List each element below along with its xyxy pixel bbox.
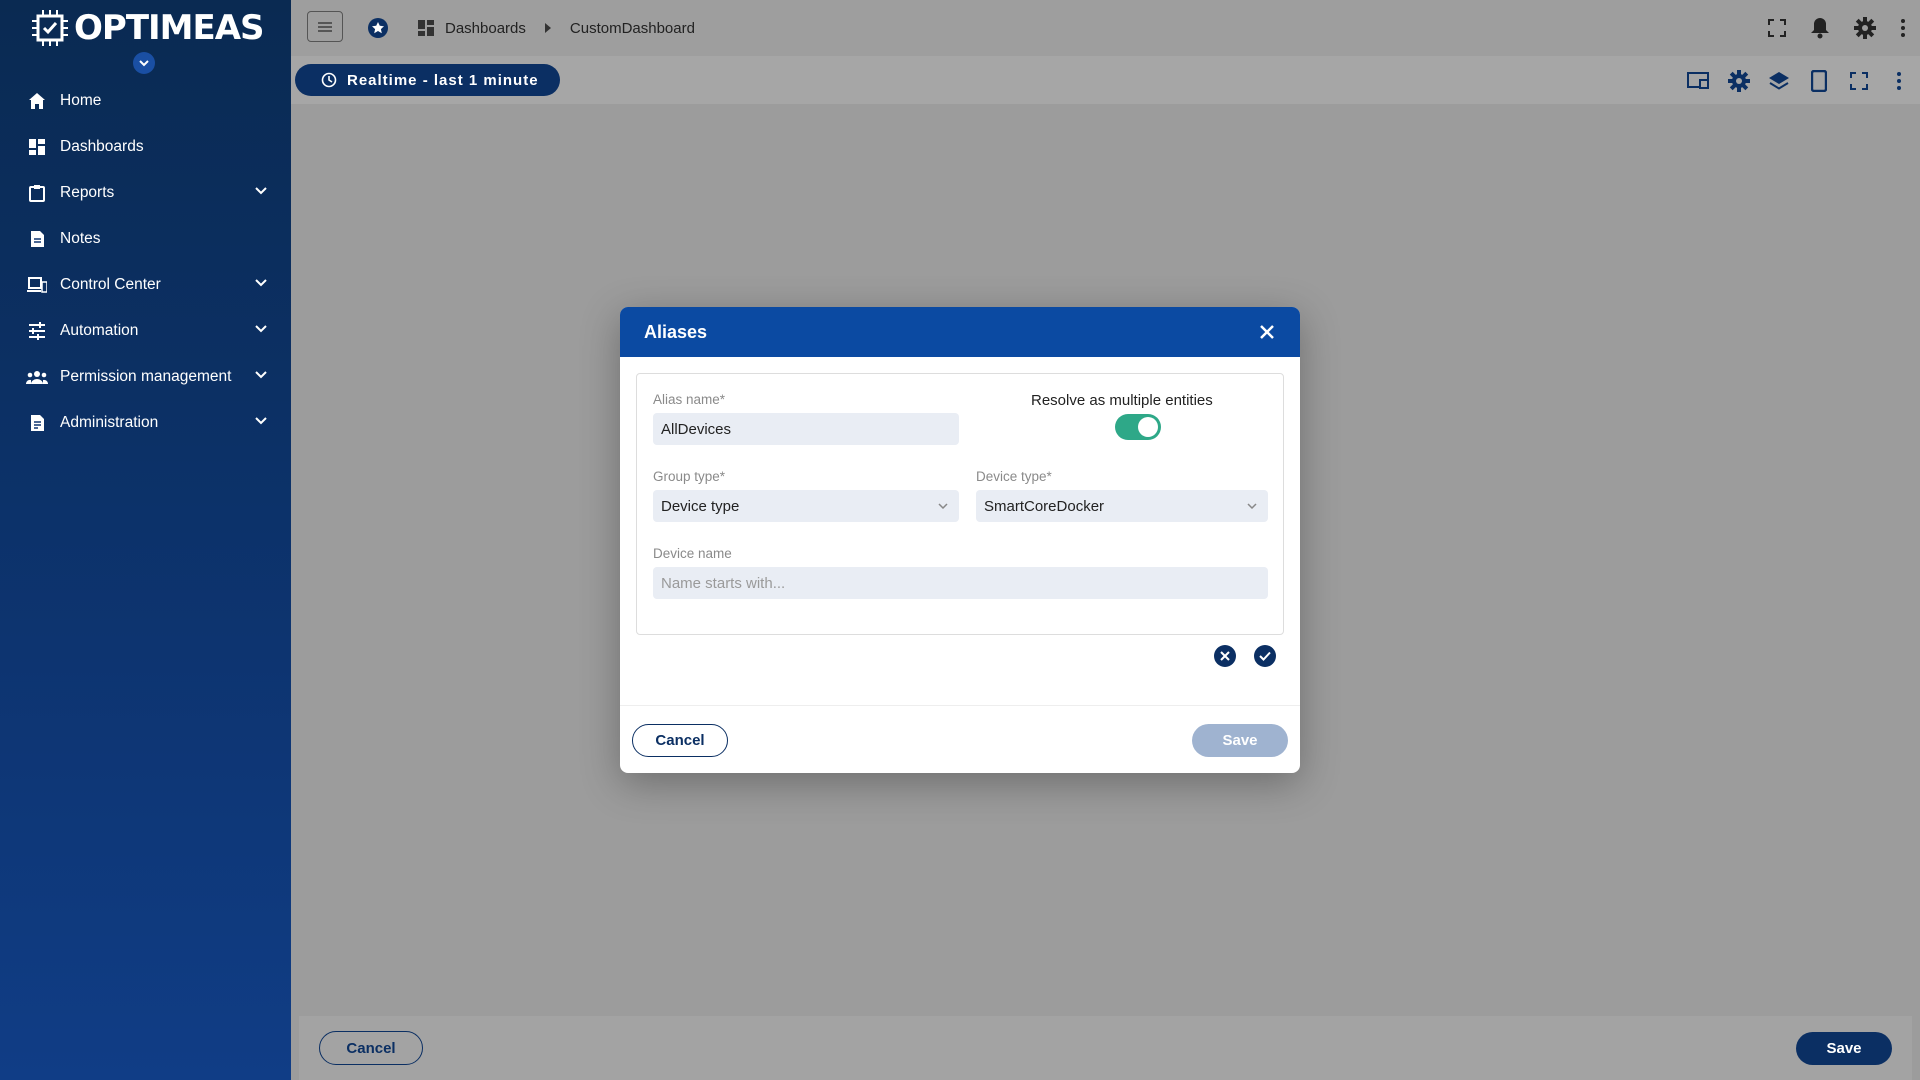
breadcrumb: Dashboards CustomDashboard [367, 0, 695, 56]
alias-name-value: AllDevices [661, 420, 732, 438]
device-name-placeholder: Name starts with... [661, 574, 786, 592]
dialog-title: Aliases [644, 321, 708, 342]
sidebar-item-label: Automation [60, 322, 139, 339]
sidebar-item-label: Control Center [60, 276, 161, 293]
device-type-select[interactable]: SmartCoreDocker [976, 490, 1268, 522]
sidebar-item-permission-management[interactable]: Permission management [0, 354, 291, 400]
dashboard-icon [417, 19, 435, 37]
sidebar-item-label: Permission management [60, 368, 232, 385]
header-actions [1768, 0, 1906, 56]
fullscreen-icon[interactable] [1844, 66, 1874, 96]
menu-icon [318, 21, 332, 32]
more-vert-icon[interactable] [1900, 18, 1906, 38]
alias-row-actions [1214, 645, 1276, 667]
favorite-star-icon[interactable] [367, 17, 389, 39]
group-type-label: Group type* [653, 469, 726, 484]
sidebar-item-notes[interactable]: Notes [0, 216, 291, 262]
chevron-down-icon [937, 500, 949, 512]
caret-right-icon [544, 23, 552, 33]
chevron-down-icon [1246, 500, 1258, 512]
cancel-edit-button[interactable]: Cancel [319, 1031, 423, 1065]
discard-alias-icon[interactable] [1214, 645, 1236, 667]
document-icon [26, 412, 48, 434]
more-vert-icon[interactable] [1884, 66, 1914, 96]
resolve-multiple-label: Resolve as multiple entities [1031, 392, 1213, 409]
chevron-down-icon [253, 274, 269, 290]
close-icon[interactable] [1256, 321, 1278, 343]
dashboard-icon [26, 136, 48, 158]
sidebar-item-home[interactable]: Home [0, 78, 291, 124]
chevron-down-icon [253, 320, 269, 336]
toolbar-actions [1684, 66, 1914, 96]
menu-toggle-button[interactable] [307, 11, 343, 42]
note-icon [26, 228, 48, 250]
alias-name-input[interactable]: AllDevices [653, 413, 959, 445]
toggle-knob [1138, 417, 1158, 437]
top-header: Dashboards CustomDashboard [291, 0, 1920, 56]
sidebar-item-label: Dashboards [60, 138, 144, 155]
group-type-select[interactable]: Device type [653, 490, 959, 522]
dialog-footer: Cancel Save [620, 705, 1300, 773]
settings-gear-icon[interactable] [1854, 17, 1876, 39]
chip-icon [32, 10, 68, 46]
edit-mode-bar: Cancel Save [299, 1016, 1912, 1080]
resolve-multiple-toggle[interactable] [1115, 414, 1161, 440]
alias-name-label: Alias name* [653, 392, 726, 407]
aliases-icon[interactable] [1684, 66, 1714, 96]
clipboard-icon [26, 182, 48, 204]
chevron-down-icon [253, 366, 269, 382]
dashboard-toolbar: Realtime - last 1 minute [291, 56, 1920, 104]
clock-icon [321, 72, 337, 88]
sidebar-item-label: Home [60, 92, 102, 109]
sidebar-item-control-center[interactable]: Control Center [0, 262, 291, 308]
timewindow-label: Realtime - last 1 minute [347, 71, 539, 89]
sidebar-item-reports[interactable]: Reports [0, 170, 291, 216]
brand-name: OPTIMEAS [74, 8, 265, 48]
breadcrumb-dashboards-link[interactable]: Dashboards [445, 20, 526, 37]
group-type-value: Device type [661, 497, 740, 515]
sidebar-nav: Home Dashboards Reports Notes Control Ce… [0, 78, 291, 446]
device-type-value: SmartCoreDocker [984, 497, 1105, 515]
sidebar-item-dashboards[interactable]: Dashboards [0, 124, 291, 170]
dialog-header: Aliases [620, 307, 1300, 357]
sidebar-item-label: Notes [60, 230, 101, 247]
sidebar-item-administration[interactable]: Administration [0, 400, 291, 446]
sidebar-item-label: Reports [60, 184, 115, 201]
sidebar-item-label: Administration [60, 414, 159, 431]
timewindow-button[interactable]: Realtime - last 1 minute [295, 64, 560, 96]
device-name-label: Device name [653, 546, 732, 561]
aliases-dialog: Aliases Alias name* AllDevices Resolve a… [620, 307, 1300, 773]
device-name-input[interactable]: Name starts with... [653, 567, 1268, 599]
chevron-down-icon [253, 412, 269, 428]
notifications-bell-icon[interactable] [1810, 17, 1830, 39]
confirm-alias-icon[interactable] [1254, 645, 1276, 667]
dialog-save-button[interactable]: Save [1192, 724, 1288, 757]
dialog-cancel-button[interactable]: Cancel [632, 724, 728, 757]
sidebar-item-automation[interactable]: Automation [0, 308, 291, 354]
alias-edit-panel: Alias name* AllDevices Resolve as multip… [636, 373, 1284, 635]
mobile-layout-icon[interactable] [1804, 66, 1834, 96]
chevron-down-icon [253, 182, 269, 198]
collapse-logo-button[interactable] [133, 52, 155, 74]
people-icon [26, 366, 48, 388]
device-type-label: Device type* [976, 469, 1052, 484]
settings-gear-icon[interactable] [1724, 66, 1754, 96]
brand-logo[interactable]: OPTIMEAS [0, 0, 291, 56]
breadcrumb-current: CustomDashboard [569, 19, 695, 37]
save-dashboard-button[interactable]: Save [1796, 1032, 1892, 1065]
chevron-down-icon [139, 60, 149, 67]
layers-icon[interactable] [1764, 66, 1794, 96]
sliders-icon [26, 320, 48, 342]
home-icon [26, 90, 48, 112]
fullscreen-icon[interactable] [1768, 19, 1786, 37]
sidebar: OPTIMEAS Home Dashboards Reports Notes C… [0, 0, 291, 1080]
devices-icon [26, 274, 48, 296]
